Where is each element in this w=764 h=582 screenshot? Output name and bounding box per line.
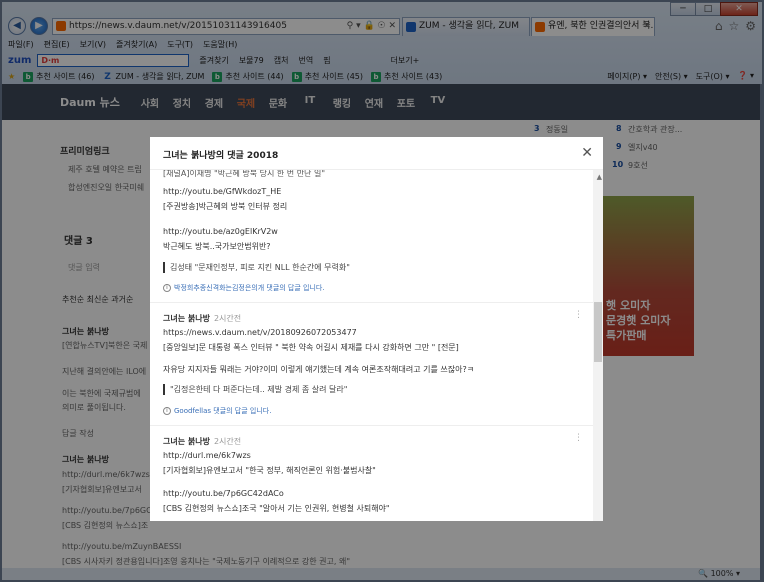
comment-line: [기자협회보]유엔보고서 "한국 정부, 해직언론인 위험·불법사찰" (163, 466, 376, 475)
comment-author[interactable]: 그녀는 붉나방 2시간전 (163, 313, 241, 324)
comment-link[interactable]: https://news.v.daum.net/v/20180926072053… (163, 328, 357, 337)
reply-origin-text: 박정희추종신격화는김정은의개 댓글의 답글 입니다. (174, 284, 325, 292)
comment-link[interactable]: http://youtu.be/GfWkdozT_HE (163, 187, 281, 196)
scroll-thumb[interactable] (594, 302, 602, 362)
more-options-icon[interactable]: ⋮ (574, 310, 583, 320)
info-icon: i (163, 407, 171, 415)
more-options-icon[interactable]: ⋮ (574, 433, 583, 443)
author-name: 그녀는 붉나방 (163, 437, 210, 446)
close-icon[interactable]: ✕ (581, 145, 593, 161)
comment-divider (150, 425, 593, 426)
reply-origin-text: Goodfellas 댓글의 답글 입니다. (174, 407, 272, 415)
comment-line: [주권방송]박근혜의 방북 인터뷰 정리 (163, 202, 288, 211)
modal-body: [채널A]이재명 "박근혜 방북 당시 한 번 만난 일" http://you… (150, 170, 603, 521)
comment-quote: 김성태 "문재인정부, 피로 지킨 NLL 한순간에 무력화" (163, 262, 350, 273)
comment-time: 2시간전 (213, 314, 242, 323)
author-name: 그녀는 붉나방 (163, 314, 210, 323)
comment-modal: 그녀는 붉나방의 댓글 20018 ✕ [채널A]이재명 "박근혜 방북 당시 … (150, 137, 603, 521)
modal-scrollbar[interactable]: ▲ (593, 170, 603, 521)
comment-line: 자유당 지지자들 뭐래는 거야?이미 이렇게 얘기했는데 계속 여론조작해대려고… (163, 365, 475, 374)
comment-line: 박근혜도 방북..국가보안법위반? (163, 242, 271, 251)
comment-author[interactable]: 그녀는 붉나방 2시간전 (163, 436, 241, 447)
comment-link[interactable]: http://youtu.be/az0gElKrV2w (163, 227, 278, 236)
info-icon: i (163, 284, 171, 292)
comment-line: [채널A]이재명 "박근혜 방북 당시 한 번 만난 일" (163, 170, 325, 178)
comment-line: [CBS 김현정의 뉴스쇼]조국 "알아서 기는 인권위, 현병철 사퇴해야" (163, 504, 390, 513)
comment-quote: "김정은한테 다 퍼준다는데.. 제발 경제 좀 살려 달라" (163, 384, 347, 395)
reply-origin-link[interactable]: i Goodfellas 댓글의 답글 입니다. (163, 406, 271, 416)
modal-header: 그녀는 붉나방의 댓글 20018 ✕ (150, 137, 603, 170)
comment-divider (150, 302, 593, 303)
comment-link[interactable]: http://durl.me/6k7wzs (163, 451, 251, 460)
comment-time: 2시간전 (213, 437, 242, 446)
comment-link[interactable]: http://youtu.be/7p6GC42dACo (163, 489, 284, 498)
scroll-up-icon[interactable]: ▲ (597, 173, 602, 181)
comment-line: [중앙일보]문 대통령 폭스 인터뷰 " 북한 약속 어길시 제재를 다시 강화… (163, 343, 459, 352)
modal-title: 그녀는 붉나방의 댓글 20018 (163, 151, 279, 161)
reply-origin-link[interactable]: i 박정희추종신격화는김정은의개 댓글의 답글 입니다. (163, 283, 325, 293)
